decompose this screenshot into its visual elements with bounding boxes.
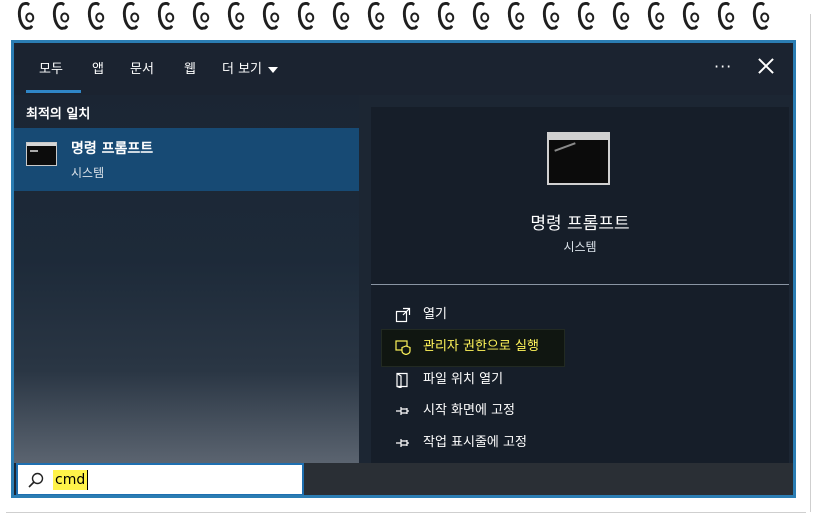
binding-ring <box>611 1 631 31</box>
binding-ring <box>646 1 666 31</box>
paper-edge <box>797 14 811 512</box>
pin-to-start-label: 시작 화면에 고정 <box>423 403 515 418</box>
search-input[interactable]: cmd <box>16 463 304 495</box>
open-label: 열기 <box>423 307 447 322</box>
pin-icon <box>396 407 409 415</box>
open-file-location-label: 파일 위치 열기 <box>423 372 504 387</box>
binding-ring <box>51 1 71 31</box>
pin-icon <box>396 439 409 447</box>
binding-ring <box>86 1 106 31</box>
run-as-admin-label: 관리자 권한으로 실행 <box>423 339 539 354</box>
binding-ring <box>471 1 491 31</box>
binding-ring <box>751 1 771 31</box>
result-subtitle: 시스템 <box>71 166 105 180</box>
detail-panel: 명령 프롬프트 시스템 열기 관리자 권한으로 실행 파일 위치 열기 시작 화… <box>371 107 789 463</box>
binding-ring <box>261 1 281 31</box>
detail-subtitle: 시스템 <box>563 240 597 254</box>
notebook-binding <box>0 0 813 36</box>
binding-ring <box>541 1 561 31</box>
binding-ring <box>296 1 316 31</box>
binding-ring <box>681 1 701 31</box>
search-icon <box>28 472 44 488</box>
binding-ring <box>366 1 386 31</box>
active-tab-indicator <box>26 90 81 93</box>
binding-ring <box>16 1 36 31</box>
binding-ring <box>716 1 736 31</box>
tab-more[interactable]: 더 보기 <box>222 59 279 81</box>
folder-icon <box>396 372 408 388</box>
shield-icon <box>395 340 411 355</box>
command-prompt-icon <box>547 132 610 185</box>
tab-web[interactable]: 웹 <box>184 59 196 81</box>
binding-ring <box>191 1 211 31</box>
best-match-result[interactable]: 명령 프롬프트 시스템 <box>14 128 359 191</box>
binding-ring <box>576 1 596 31</box>
binding-ring <box>156 1 176 31</box>
detail-title: 명령 프롬프트 <box>530 214 630 234</box>
tab-documents[interactable]: 문서 <box>130 59 154 81</box>
search-query[interactable]: cmd <box>53 470 89 490</box>
binding-ring <box>226 1 246 31</box>
chevron-down-icon <box>268 66 279 73</box>
search-tabs-bar: 모두 앱 문서 웹 더 보기 ··· <box>14 43 793 95</box>
binding-ring <box>436 1 456 31</box>
command-prompt-icon <box>26 142 57 166</box>
more-options-button[interactable]: ··· <box>714 57 732 76</box>
tab-apps[interactable]: 앱 <box>92 59 104 81</box>
taskbar-strip <box>304 463 793 495</box>
tab-more-label: 더 보기 <box>222 62 263 77</box>
open-icon <box>395 307 411 323</box>
binding-ring <box>331 1 351 31</box>
result-title: 명령 프롬프트 <box>71 141 154 157</box>
paper-bottom-edge <box>6 507 806 513</box>
tab-all[interactable]: 모두 <box>39 59 63 81</box>
search-window: 모두 앱 문서 웹 더 보기 ··· 최적의 일치 명령 프롬프트 시스템 명령… <box>11 40 796 498</box>
results-panel: 최적의 일치 명령 프롬프트 시스템 <box>14 95 359 463</box>
binding-ring <box>506 1 526 31</box>
best-match-heading: 최적의 일치 <box>26 107 91 122</box>
binding-ring <box>121 1 141 31</box>
binding-ring <box>401 1 421 31</box>
divider <box>371 284 789 285</box>
close-icon[interactable] <box>757 57 775 75</box>
pin-to-taskbar-label: 작업 표시줄에 고정 <box>423 435 527 450</box>
